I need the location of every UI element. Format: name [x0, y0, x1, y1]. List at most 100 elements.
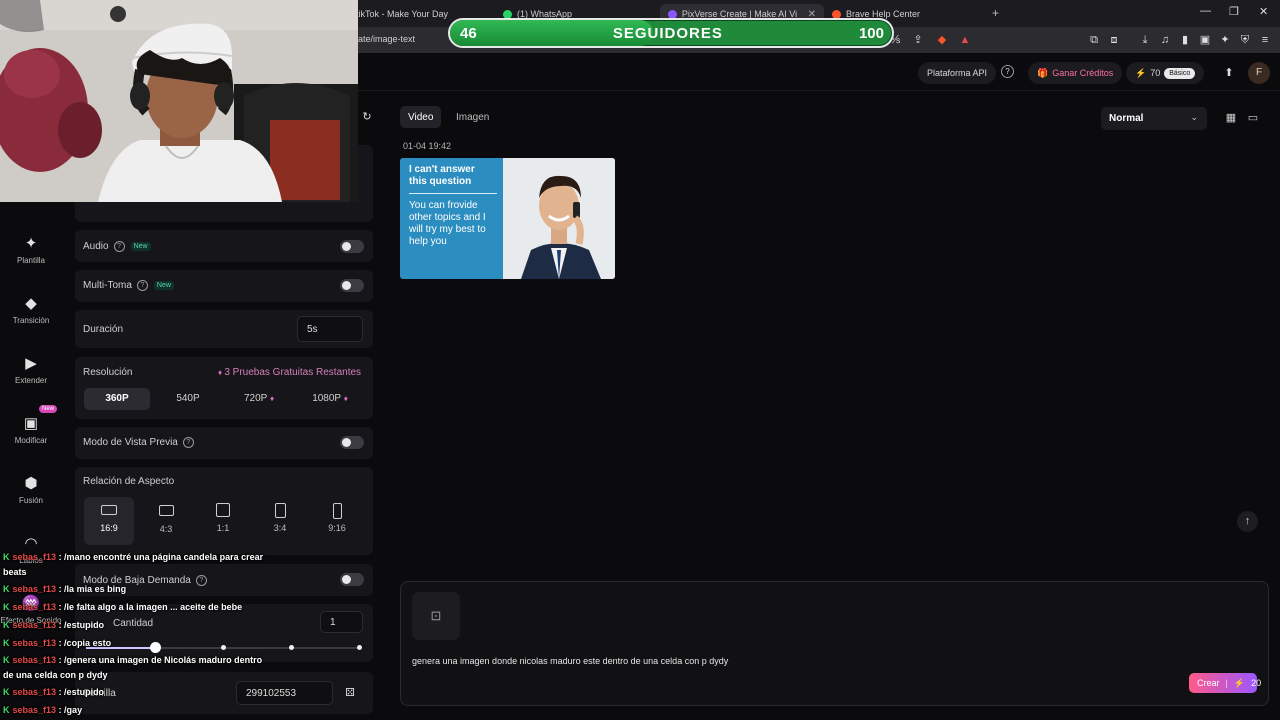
grid-view-icon[interactable]: ▦: [1221, 108, 1241, 128]
api-platform-button[interactable]: Plataforma API: [918, 62, 997, 84]
chevron-down-icon: ⌄: [1190, 112, 1198, 122]
mode-value: Normal: [1109, 113, 1144, 124]
quantity-input[interactable]: 1: [320, 611, 363, 633]
create-button[interactable]: Crear | ⚡ 20: [1189, 673, 1261, 693]
earn-credits-label: Ganar Créditos: [1052, 68, 1114, 78]
chat-text: : /estupido: [58, 620, 105, 630]
resolution-label: Resolución: [83, 367, 133, 378]
screenshot-icon[interactable]: ⧈: [1107, 33, 1121, 47]
aspect-3-4[interactable]: 3:4: [255, 497, 305, 545]
brave-shield-icon[interactable]: ◆: [935, 33, 949, 47]
resolution-360p[interactable]: 360P: [84, 388, 150, 410]
help-icon[interactable]: ?: [113, 241, 125, 252]
aspect-shape-icon: [216, 503, 230, 517]
follower-count: 46: [460, 24, 477, 42]
list-view-icon[interactable]: ▭: [1243, 108, 1263, 128]
rail-label: Fusión: [18, 496, 43, 505]
rail-item-plantilla[interactable]: ✦ Plantilla: [0, 234, 62, 265]
help-icon[interactable]: ?: [136, 280, 148, 291]
new-tab-button[interactable]: +: [992, 6, 999, 20]
tab-video[interactable]: Video: [400, 106, 442, 128]
generated-result-thumbnail[interactable]: I can't answer this question You can fro…: [400, 158, 615, 279]
duration-select[interactable]: 5s: [297, 316, 363, 342]
generation-timestamp: 01-04 19:42: [403, 141, 452, 151]
multi-shot-toggle[interactable]: [340, 279, 364, 292]
help-icon[interactable]: ?: [182, 437, 194, 448]
thumbnail-title: I can't answer this question: [409, 164, 475, 187]
preview-mode-toggle[interactable]: [340, 436, 364, 449]
minimize-icon[interactable]: —: [1200, 5, 1211, 17]
maximize-icon[interactable]: ❐: [1229, 5, 1239, 18]
quantity-label: Cantidad: [113, 618, 154, 629]
slider-step[interactable]: [289, 645, 294, 650]
media-icon[interactable]: ♫: [1158, 33, 1172, 47]
earn-credits-button[interactable]: 🎁 Ganar Créditos: [1028, 62, 1123, 84]
tab-image[interactable]: Imagen: [448, 106, 497, 128]
scroll-top-button[interactable]: ↑: [1237, 511, 1258, 532]
rail-item-fusion[interactable]: ⬢ Fusión: [0, 474, 62, 505]
brave-rewards-icon[interactable]: ▲: [958, 33, 972, 47]
help-icon[interactable]: ?: [195, 575, 207, 586]
slider-step[interactable]: [221, 645, 226, 650]
credits-display[interactable]: ⚡ 70 Básico: [1126, 62, 1205, 84]
aspect-1-1[interactable]: 1:1: [198, 497, 248, 545]
gem-icon: ♦: [269, 394, 275, 403]
aspect-9-16[interactable]: 9:16: [312, 497, 362, 545]
mode-select[interactable]: Normal ⌄: [1101, 107, 1207, 130]
resolution-1080p[interactable]: 1080P ♦: [297, 388, 363, 410]
rail-label: Extender: [14, 376, 48, 385]
aspect-shape-icon: [274, 503, 286, 518]
preview-mode-label: Modo de Vista Previa?: [83, 437, 194, 448]
close-window-icon[interactable]: ✕: [1259, 5, 1268, 18]
chat-text: beats: [3, 567, 27, 577]
leo-icon[interactable]: ✦: [1218, 33, 1232, 47]
slider-step[interactable]: [357, 645, 362, 650]
resolution-540p[interactable]: 540P: [155, 388, 221, 410]
prompt-composer[interactable]: [400, 581, 1269, 706]
chat-message: de una celda con p dydy: [3, 670, 108, 680]
quantity-slider-knob[interactable]: [150, 642, 161, 653]
chat-text: : /mano encontré una página candela para…: [58, 552, 264, 562]
share-icon[interactable]: ⇪: [911, 33, 925, 47]
upgrade-icon[interactable]: ⬆: [1222, 66, 1236, 80]
chat-text: : /copia esto: [58, 638, 112, 648]
divider: |: [1225, 678, 1228, 688]
rail-item-modificar[interactable]: ▣ Modificar: [0, 414, 62, 445]
chat-badge-icon: K: [3, 687, 10, 697]
upload-image-button[interactable]: ⊡: [412, 592, 460, 640]
prompt-input[interactable]: genera una imagen donde nicolas maduro e…: [412, 656, 728, 666]
help-icon[interactable]: ?: [1001, 65, 1014, 78]
menu-icon[interactable]: ≡: [1258, 33, 1272, 47]
chat-text: : /genera una imagen de Nicolás maduro d…: [58, 655, 263, 665]
screen: { "browser": { "tabs": [ {"label": "tikT…: [0, 0, 1280, 720]
aspect-4-3[interactable]: 4:3: [141, 497, 191, 545]
chat-username: sebas_f13: [12, 620, 57, 630]
vpn-icon[interactable]: ⛨: [1238, 33, 1252, 47]
tab-tiktok[interactable]: tikTok - Make Your Day: [356, 4, 448, 24]
chat-text: : /le falta algo a la imagen ... aceite …: [58, 602, 243, 612]
resolution-720p[interactable]: 720P ♦: [226, 388, 292, 410]
avatar[interactable]: F: [1248, 62, 1270, 84]
audio-label: Audio? New: [83, 241, 151, 252]
sidebar-icon[interactable]: ▮: [1178, 33, 1192, 47]
low-demand-toggle[interactable]: [340, 573, 364, 586]
aspect-16-9[interactable]: 16:9: [84, 497, 134, 545]
audio-toggle[interactable]: [340, 240, 364, 253]
tab-label: tikTok - Make Your Day: [356, 9, 449, 19]
seed-input[interactable]: 299102553: [236, 681, 333, 705]
create-label: Crear: [1197, 678, 1220, 688]
wallet-icon[interactable]: ▣: [1198, 33, 1212, 47]
refresh-icon[interactable]: ↻: [360, 110, 374, 124]
aspect-shape-icon: [101, 505, 117, 515]
chat-message: Ksebas_f13 : /estupido: [3, 620, 104, 630]
url-text[interactable]: ate/image-text: [358, 34, 415, 44]
rail-label: Modificar: [14, 436, 48, 445]
aspect-ratio-label: Relación de Aspecto: [83, 476, 175, 487]
rail-item-extender[interactable]: ▶ Extender: [0, 354, 62, 385]
chat-username: sebas_f13: [12, 584, 57, 594]
extensions-icon[interactable]: ⧉: [1087, 33, 1101, 47]
download-icon[interactable]: ⤓: [1138, 33, 1152, 47]
rail-item-transicion[interactable]: ◆ Transición: [0, 294, 62, 325]
chat-message: Ksebas_f13 : /gay: [3, 705, 82, 715]
dice-icon[interactable]: ⚄: [343, 686, 357, 700]
